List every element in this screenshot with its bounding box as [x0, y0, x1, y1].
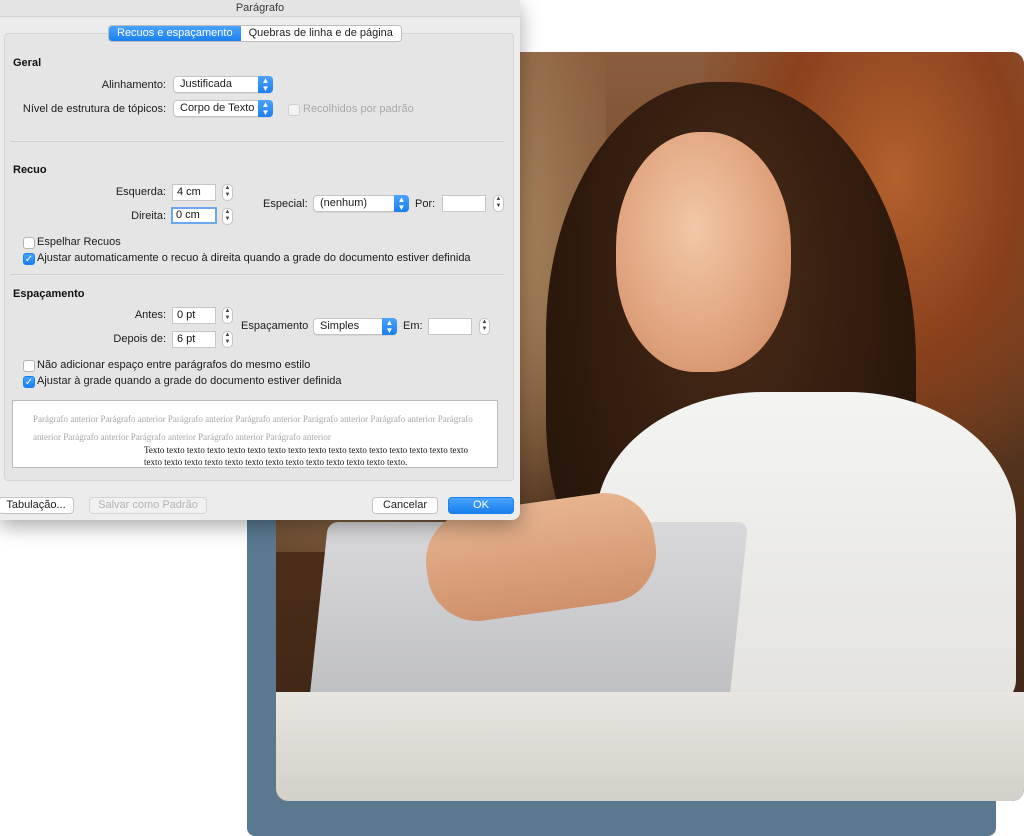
preview-previous-paragraph: Parágrafo anterior Parágrafo anterior Pa…	[33, 414, 473, 442]
general-section-title: Geral	[13, 57, 42, 69]
snap-to-grid-checkbox[interactable]: ✓	[23, 376, 35, 388]
spacing-after-stepper[interactable]: ▲ ▼	[222, 331, 233, 348]
paragraph-dialog: Parágrafo Recuos e espaçamento Quebras d…	[0, 0, 520, 520]
checkmark-icon: ✓	[24, 254, 34, 265]
indent-section-title: Recuo	[13, 164, 47, 176]
line-spacing-value: Simples	[320, 320, 360, 332]
checkmark-icon: ✓	[24, 377, 34, 388]
window-title: Parágrafo	[0, 0, 520, 17]
right-indent-field[interactable]: 0 cm	[171, 207, 217, 224]
at-stepper[interactable]: ▲ ▼	[479, 318, 490, 335]
tabs-button[interactable]: Tabulação...	[0, 497, 74, 514]
special-indent-popup[interactable]: (nenhum) ▲ ▼	[313, 195, 409, 212]
up-down-chevron-icon: ▲ ▼	[258, 76, 273, 93]
spacing-after-label: Depois de:	[113, 333, 166, 345]
no-space-same-style-label: Não adicionar espaço entre parágrafos do…	[37, 359, 311, 371]
left-indent-stepper[interactable]: ▲ ▼	[222, 184, 233, 201]
collapsed-default-label: Recolhidos por padrão	[303, 103, 414, 115]
right-indent-stepper[interactable]: ▲ ▼	[222, 208, 233, 225]
by-field[interactable]	[442, 195, 486, 212]
up-down-chevron-icon: ▲ ▼	[382, 318, 397, 335]
no-space-same-style-checkbox[interactable]	[23, 360, 35, 372]
ok-button[interactable]: OK	[448, 497, 514, 514]
spacing-section-title: Espaçamento	[13, 288, 85, 300]
snap-to-grid-label: Ajustar à grade quando a grade do docume…	[37, 375, 342, 387]
divider	[10, 274, 504, 275]
left-indent-field[interactable]: 4 cm	[172, 184, 216, 201]
cancel-button[interactable]: Cancelar	[372, 497, 438, 514]
spacing-before-field[interactable]: 0 pt	[172, 307, 216, 324]
outline-level-label: Nível de estrutura de tópicos:	[22, 103, 166, 115]
paragraph-preview: Parágrafo anterior Parágrafo anterior Pa…	[12, 400, 498, 468]
divider	[10, 141, 504, 142]
line-spacing-label: Espaçamento	[241, 320, 309, 332]
photo-face	[616, 132, 791, 372]
up-down-chevron-icon: ▲ ▼	[258, 100, 273, 117]
special-indent-label: Especial:	[263, 198, 308, 210]
tab-line-page-breaks[interactable]: Quebras de linha e de página	[240, 26, 401, 41]
mirror-indents-checkbox[interactable]	[23, 237, 35, 249]
mirror-indents-label: Espelhar Recuos	[37, 236, 121, 248]
by-label: Por:	[415, 198, 436, 210]
spacing-before-label: Antes:	[134, 309, 166, 321]
tab-indents-spacing[interactable]: Recuos e espaçamento	[109, 26, 241, 41]
alignment-value: Justificada	[180, 78, 232, 90]
photo-table	[276, 692, 1024, 801]
outline-level-value: Corpo de Texto	[180, 102, 255, 114]
spacing-before-stepper[interactable]: ▲ ▼	[222, 307, 233, 324]
outline-level-popup[interactable]: Corpo de Texto ▲ ▼	[173, 100, 273, 117]
at-label: Em:	[403, 320, 423, 332]
at-field[interactable]	[428, 318, 472, 335]
left-indent-label: Esquerda:	[115, 186, 166, 198]
save-as-default-button[interactable]: Salvar como Padrão	[89, 497, 207, 514]
alignment-popup[interactable]: Justificada ▲ ▼	[173, 76, 273, 93]
right-indent-label: Direita:	[131, 210, 166, 222]
collapsed-default-checkbox[interactable]	[288, 104, 300, 116]
auto-adjust-checkbox[interactable]: ✓	[23, 253, 35, 265]
spacing-after-field[interactable]: 6 pt	[172, 331, 216, 348]
auto-adjust-label: Ajustar automaticamente o recuo à direit…	[37, 252, 471, 264]
special-indent-value: (nenhum)	[320, 197, 368, 209]
by-stepper[interactable]: ▲ ▼	[493, 195, 504, 212]
preview-sample-paragraph: Texto texto texto texto texto texto text…	[144, 445, 469, 467]
line-spacing-popup[interactable]: Simples ▲ ▼	[313, 318, 397, 335]
alignment-label: Alinhamento:	[101, 79, 166, 91]
up-down-chevron-icon: ▲ ▼	[394, 195, 409, 212]
tab-bar: Recuos e espaçamento Quebras de linha e …	[108, 25, 402, 42]
